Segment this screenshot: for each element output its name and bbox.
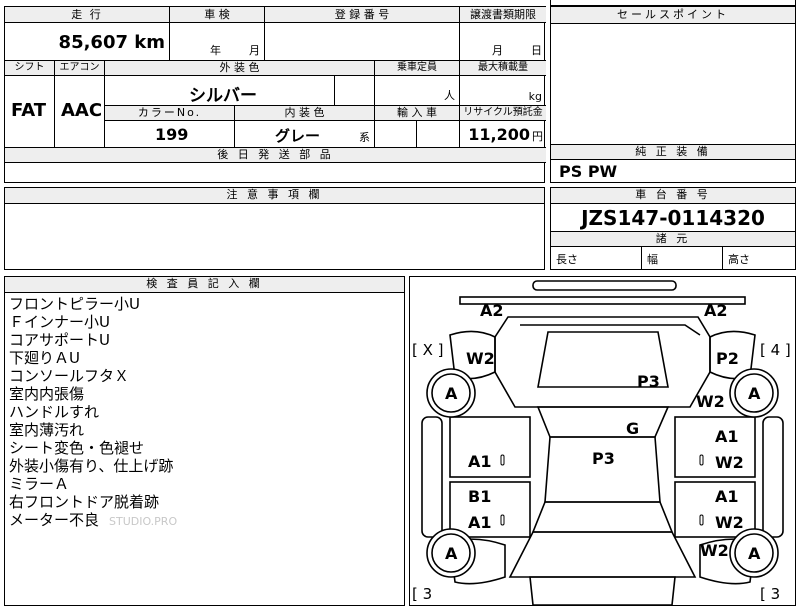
note-line: 室内内張傷: [9, 385, 85, 403]
mark-a1-right-front-door: A1: [715, 427, 739, 446]
chassis-box: 車 台 番 号 JZS147-0114320 諸 元 長さ 幅 高さ: [550, 187, 796, 270]
recycle-cell: 11,200 円: [460, 121, 546, 148]
mark-tire-rear-right: A: [748, 544, 761, 563]
note-line: コンソールフタＸ: [9, 367, 130, 385]
watermark: STUDIO.PRO: [109, 515, 178, 528]
note-line: 外装小傷有り、仕上げ跡: [9, 457, 174, 475]
mileage-cell: 85,607 km: [5, 23, 170, 61]
mark-tire-front-right: A: [748, 384, 761, 403]
mark-w2-rear-right: W2: [700, 541, 729, 560]
dimension-length-cell: 長さ: [551, 247, 642, 269]
color-no-value: 199: [155, 125, 189, 144]
ac-cell: AAC: [55, 76, 105, 148]
notice-box: 注 意 事 項 欄: [4, 187, 545, 270]
import-cell-b: [417, 121, 460, 148]
inspector-notes: フロントピラー小U Ｆインナー小U コアサポートU 下廻りＡU コンソールフタＸ…: [9, 295, 173, 529]
mileage-header: 走 行: [5, 7, 170, 23]
mark-bracket-bottom-right: [ 3: [760, 585, 780, 603]
mark-bracket-left: [ X ]: [412, 341, 444, 359]
car-diagram-box: A2 A2 [ X ] [ 4 ] W2 P2 A A P3 W2 G A1 P…: [409, 276, 796, 606]
sales-point-header: セールスポイント: [551, 7, 795, 24]
dimension-height-cell: 高さ: [728, 253, 750, 266]
mark-a1-right-rear-door: A1: [715, 487, 739, 506]
car-diagram: A2 A2 [ X ] [ 4 ] W2 P2 A A P3 W2 G A1 P…: [412, 280, 791, 605]
mark-w2-fender-right: W2: [696, 392, 725, 411]
interior-color-header: 内 装 色: [235, 106, 375, 121]
later-parts-header: 後 日 発 送 部 品: [5, 148, 546, 163]
note-line: フロントピラー小U: [9, 295, 140, 313]
chassis-value: JZS147-0114320: [581, 206, 765, 230]
dimension-width-cell: 幅: [642, 247, 723, 269]
equipment-header: 純 正 装 備: [551, 144, 795, 160]
interior-color-cell: グレー 系: [235, 121, 375, 148]
note-line: 下廻りＡU: [9, 349, 80, 367]
note-line: シート変色・色褪せ: [9, 439, 145, 457]
mark-tire-rear-left: A: [445, 544, 458, 563]
mark-b1-left: B1: [468, 487, 491, 506]
note-line: Ｆインナー小U: [9, 313, 110, 331]
mileage-value: 85,607 km: [58, 32, 165, 53]
max-load-header: 最大積載量: [460, 61, 546, 76]
max-load-cell: kg: [460, 76, 546, 106]
mark-bracket-right: [ 4 ]: [760, 341, 791, 359]
mark-a1-left-rear-door: A1: [468, 513, 492, 532]
mark-a1-left-front-door: A1: [468, 452, 492, 471]
exterior-color-header: 外 装 色: [105, 61, 375, 76]
import-header: 輸 入 車: [375, 106, 460, 121]
vehicle-info-table: 走 行 車 検 登 録 番 号 譲渡書類期限 85,607 km 年 月 月 日…: [4, 6, 546, 183]
registration-cell: [265, 23, 460, 61]
ac-header: エアコン: [55, 61, 105, 76]
exterior-color-cell: シルバー: [105, 76, 335, 106]
ac-value: AAC: [61, 100, 103, 121]
recycle-header: リサイクル預託金: [460, 106, 546, 121]
mark-p3-hood: P3: [637, 372, 660, 391]
shift-value: FAT: [11, 100, 47, 121]
transfer-doc-cell: 月 日: [460, 23, 546, 61]
import-cell-a: [375, 121, 417, 148]
inspection-header: 車 検: [170, 7, 265, 23]
shift-cell: FAT: [5, 76, 55, 148]
inspection-cell: 年 月: [170, 23, 265, 61]
note-line: 右フロントドア脱着跡: [9, 493, 160, 511]
mark-g-windshield: G: [626, 419, 639, 438]
mark-a2-right: A2: [704, 301, 728, 320]
equipment-value: PS PW: [559, 162, 618, 181]
capacity-header: 乗車定員: [375, 61, 460, 76]
notice-header: 注 意 事 項 欄: [5, 188, 544, 204]
inspector-header: 検 査 員 記 入 欄: [5, 277, 404, 293]
note-line: ミラーＡ: [9, 475, 70, 493]
inspector-box: 検 査 員 記 入 欄 フロントピラー小U Ｆインナー小U コアサポートU 下廻…: [4, 276, 405, 606]
chassis-header: 車 台 番 号: [551, 188, 795, 204]
mark-p3-roof: P3: [592, 449, 615, 468]
mark-bracket-bottom-left: [ 3: [412, 585, 432, 603]
sales-point-box: セールスポイント 純 正 装 備 PS PW: [550, 6, 796, 183]
note-line: ハンドルすれ: [9, 403, 100, 421]
mark-w2-right-rear-door: W2: [715, 513, 744, 532]
color-no-header: カラーNo.: [105, 106, 235, 121]
registration-header: 登 録 番 号: [265, 7, 460, 23]
exterior-color-extra: [335, 76, 375, 106]
note-line: コアサポートU: [9, 331, 110, 349]
transfer-doc-header: 譲渡書類期限: [460, 7, 546, 23]
mark-a2-left: A2: [480, 301, 504, 320]
mark-w2-right-front-door: W2: [715, 453, 744, 472]
color-no-cell: 199: [105, 121, 235, 148]
exterior-color-value: シルバー: [189, 86, 257, 106]
mark-tire-front-left: A: [445, 384, 458, 403]
mark-p2-front-right: P2: [716, 349, 739, 368]
note-line: 室内薄汚れ: [9, 421, 85, 439]
capacity-cell: 人: [375, 76, 460, 106]
mark-w2-front-left: W2: [466, 349, 495, 368]
interior-color-value: グレー: [275, 127, 321, 145]
recycle-value: 11,200: [468, 125, 530, 144]
dimensions-header: 諸 元: [551, 231, 795, 247]
shift-header: シフト: [5, 61, 55, 76]
